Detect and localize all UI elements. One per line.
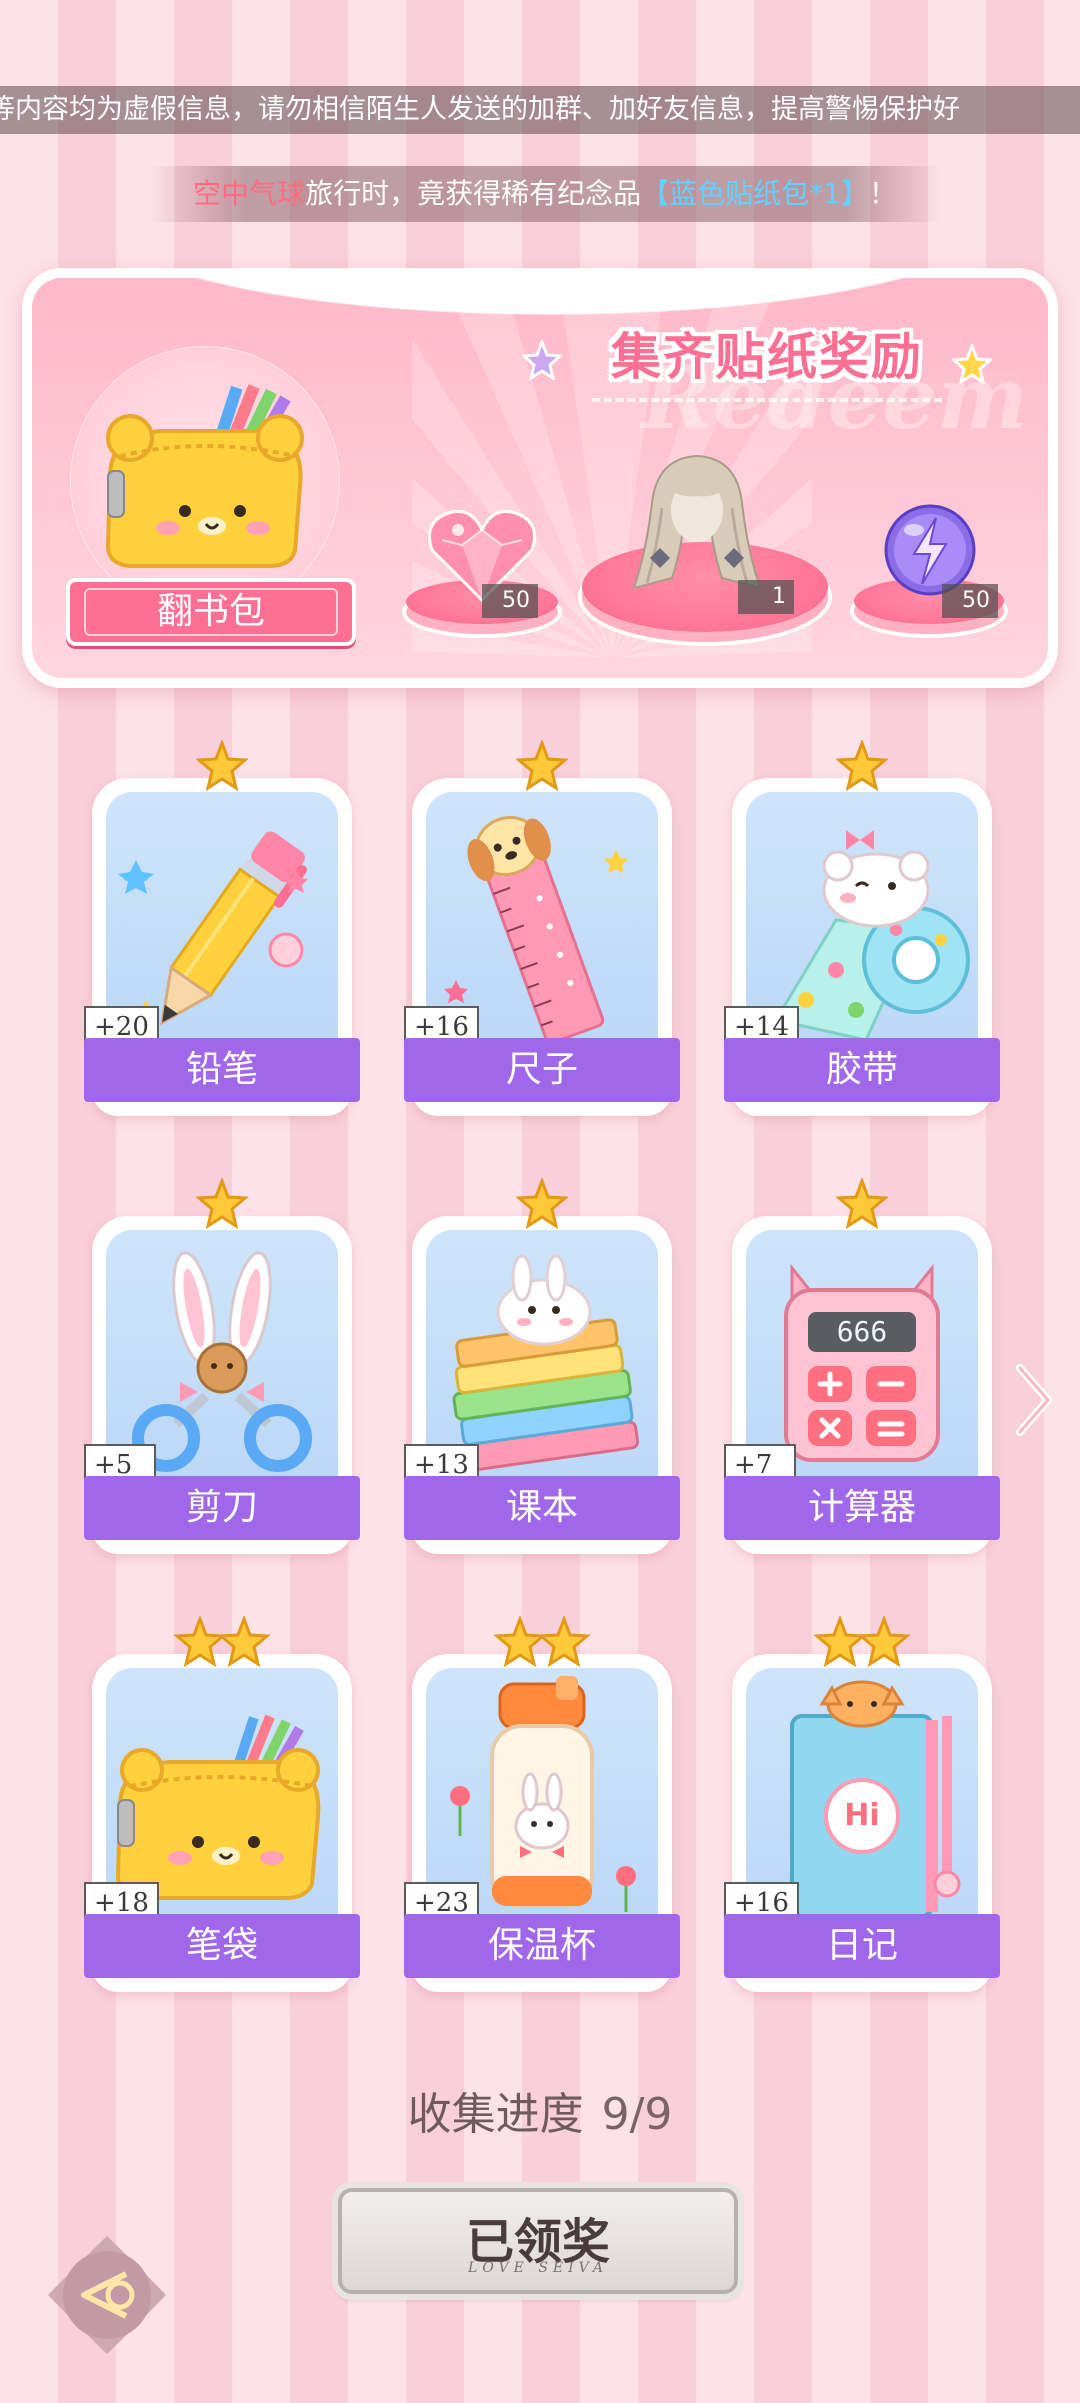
star-rating — [92, 1178, 352, 1234]
collect-reward-panel: Redeem 集齐贴纸奖励 翻书包 50 1 50 — [22, 268, 1058, 688]
reward-count: 50 — [482, 584, 538, 618]
star-rating — [732, 1616, 992, 1672]
collect-reward-title: 集齐贴纸奖励 — [611, 328, 923, 386]
warning-marquee: 等内容均为虚假信息，请勿相信陌生人发送的加群、加好友信息，提高警惕保护好 — [0, 86, 1080, 134]
gold-star-icon — [836, 740, 888, 792]
sticker-card-thermos[interactable]: +23 保温杯 — [404, 1616, 680, 1992]
sticker-card-calculator[interactable]: 666 +7 计算器 — [724, 1178, 1000, 1554]
chevron-right-icon[interactable] — [1010, 1360, 1056, 1440]
gold-star-icon — [858, 1616, 910, 1668]
sticker-card-ruler[interactable]: +16 尺子 — [404, 740, 680, 1116]
claimed-sub-label: LOVE SEIVA — [468, 2260, 608, 2276]
open-bag-label: 翻书包 — [156, 591, 265, 632]
bear-pencil-case-icon — [105, 384, 304, 568]
panel-arch-decoration — [32, 278, 1048, 330]
star-rating — [92, 740, 352, 796]
gold-star-icon — [516, 1178, 568, 1230]
sticker-card-tape[interactable]: +14 胶带 — [724, 740, 1000, 1116]
sticker-card-textbook[interactable]: +13 课本 — [404, 1178, 680, 1554]
purple-star-icon — [522, 340, 562, 380]
sticker-name: 铅笔 — [84, 1038, 360, 1102]
progress-label: 收集进度 — [407, 2089, 584, 2140]
sticker-name: 计算器 — [724, 1476, 1000, 1540]
notice-end-text: ！ — [868, 177, 897, 210]
star-rating — [732, 1178, 992, 1234]
star-rating — [412, 740, 672, 796]
claimed-button[interactable]: 已领奖 LOVE SEIVA — [338, 2188, 738, 2294]
back-icon[interactable] — [44, 2232, 170, 2358]
sticker-name: 剪刀 — [84, 1476, 360, 1540]
sticker-name: 胶带 — [724, 1038, 1000, 1102]
star-rating — [412, 1178, 672, 1234]
calculator-display: 666 — [836, 1315, 888, 1348]
sticker-card-diary[interactable]: Hi +16 日记 — [724, 1616, 1000, 1992]
sticker-name: 笔袋 — [84, 1914, 360, 1978]
gold-star-icon — [836, 1178, 888, 1230]
star-rating — [412, 1616, 672, 1672]
sticker-card-scissors[interactable]: +5 剪刀 — [84, 1178, 360, 1554]
sticker-name: 课本 — [404, 1476, 680, 1540]
notice-player-name: 空中气球 — [193, 177, 306, 210]
sticker-card-pencil-case[interactable]: +18 笔袋 — [84, 1616, 360, 1992]
sticker-card-pencil[interactable]: +20 铅笔 — [84, 740, 360, 1116]
collect-progress: 收集进度 9/9 — [0, 2078, 1080, 2142]
open-bag-ribbon[interactable]: 翻书包 — [66, 578, 356, 646]
gold-star-icon — [196, 740, 248, 792]
sticker-name: 尺子 — [404, 1038, 680, 1102]
title-underline — [592, 398, 942, 402]
diary-cover-text: Hi — [844, 1798, 880, 1833]
gold-star-icon — [218, 1616, 270, 1668]
sticker-name: 保温杯 — [404, 1914, 680, 1978]
reward-count: 50 — [942, 584, 998, 618]
star-rating — [92, 1616, 352, 1672]
gold-star-icon — [196, 1178, 248, 1230]
star-rating — [732, 740, 992, 796]
drop-notice: 空中气球旅行时，竟获得稀有纪念品【蓝色贴纸包*1】！ — [150, 166, 940, 222]
gold-star-icon — [516, 740, 568, 792]
hair-accessory-icon[interactable] — [622, 448, 772, 598]
gold-star-icon — [538, 1616, 590, 1668]
progress-value: 9/9 — [601, 2089, 673, 2140]
notice-item-name: 【蓝色贴纸包*1】 — [641, 177, 869, 210]
notice-middle-text: 旅行时，竟获得稀有纪念品 — [305, 177, 642, 210]
reward-count: 1 — [738, 580, 794, 614]
warning-marquee-text: 等内容均为虚假信息，请勿相信陌生人发送的加群、加好友信息，提高警惕保护好 — [0, 94, 960, 125]
sticker-name: 日记 — [724, 1914, 1000, 1978]
